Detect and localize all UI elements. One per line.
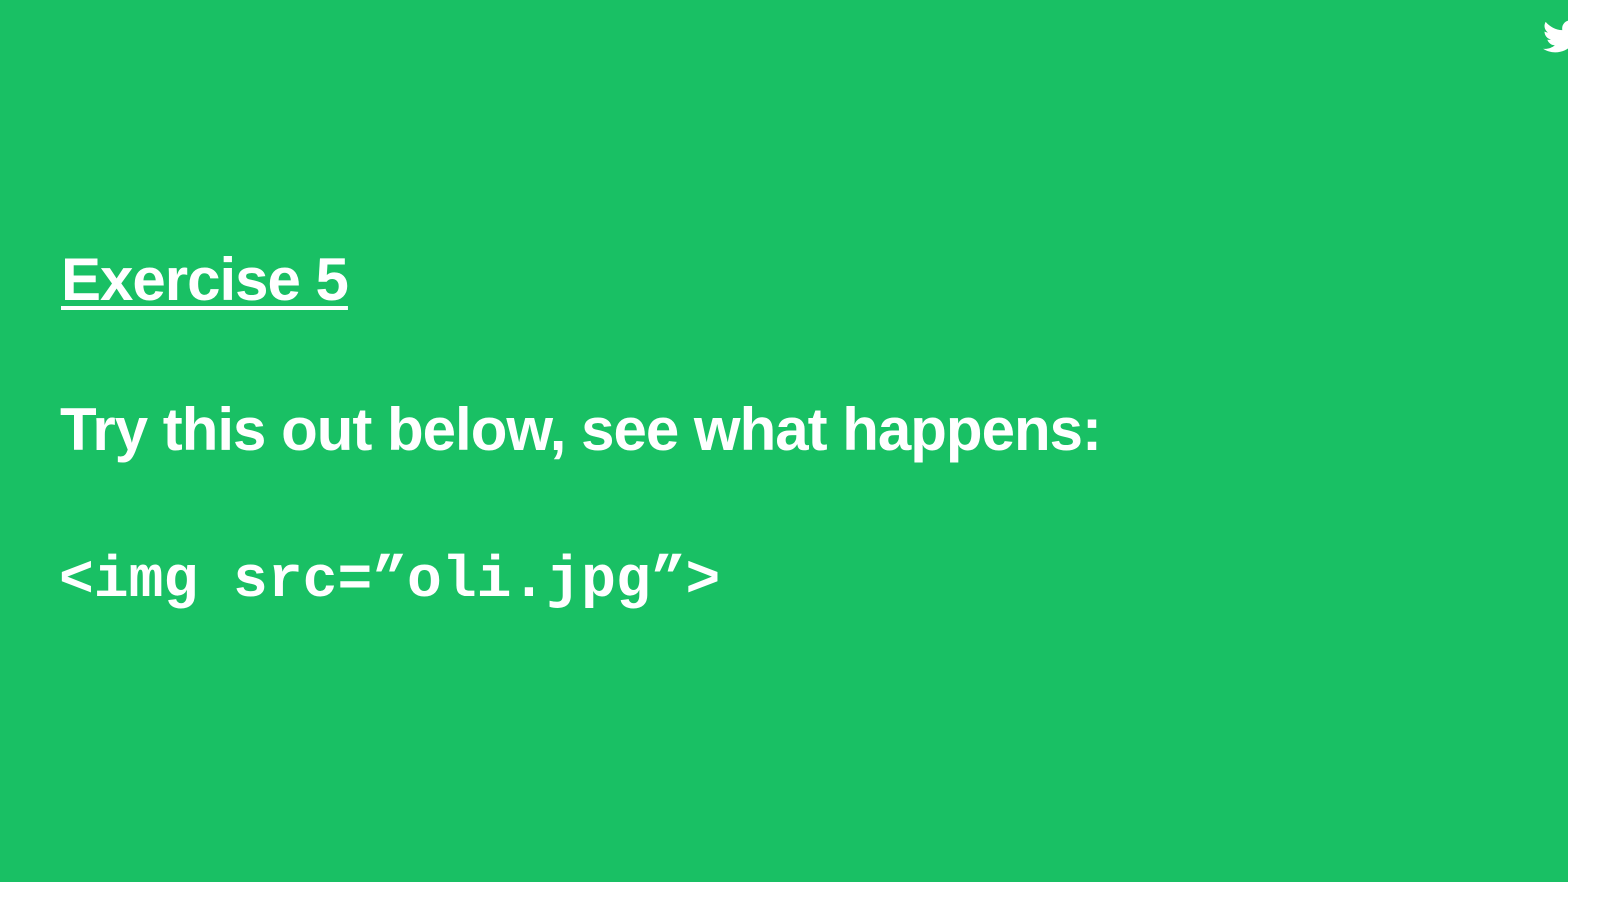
twitter-bird-icon [1543,20,1583,54]
presentation-slide: Exercise 5 Try this out below, see what … [0,0,1600,900]
code-snippet: <img src=”oli.jpg”> [59,549,721,614]
slide-heading: Exercise 5 [61,246,349,313]
slide-instruction: Try this out below, see what happens: [60,396,1102,463]
